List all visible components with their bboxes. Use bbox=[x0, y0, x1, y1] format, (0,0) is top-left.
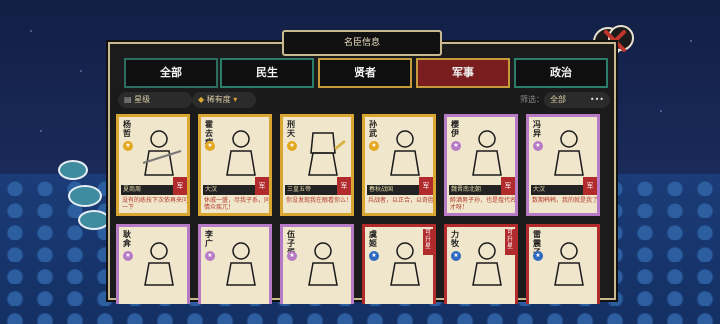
filter-dropdown[interactable]: 全部 ••• bbox=[544, 92, 610, 108]
filter-bar: ▤ 星级 ◆ 稀有度 ▾ 筛选： 全部 ••• bbox=[112, 90, 610, 110]
card-name: 杨哲 bbox=[123, 120, 131, 138]
card-grid: 杨哲 ★ 夏商周 军 没有的练技下次依再来问一下 霍去病 ★ 大汉 军 休戚一盛… bbox=[116, 114, 604, 304]
portrait bbox=[472, 242, 502, 286]
card-quote: 休戚一盛，尽我子系，同情众疾兀！ bbox=[204, 197, 271, 211]
ellipsis-icon: ••• bbox=[589, 95, 604, 104]
card-yangzhe[interactable]: 杨哲 ★ 夏商周 军 没有的练技下次依再来问一下 bbox=[116, 114, 190, 216]
category-badge: 军 bbox=[173, 177, 187, 195]
tab-military[interactable]: 军事 bbox=[416, 58, 510, 88]
tab-all[interactable]: 全部 bbox=[124, 58, 218, 88]
star-level-label: 星级 bbox=[134, 95, 151, 104]
portrait bbox=[554, 242, 584, 286]
star bbox=[660, 110, 662, 112]
portrait bbox=[144, 242, 174, 286]
tab-livelihood[interactable]: 民生 bbox=[220, 58, 314, 88]
rank-icon: ★ bbox=[287, 251, 297, 261]
portrait bbox=[390, 242, 420, 286]
sort-icon: ▤ bbox=[124, 95, 135, 104]
card-name: 刑天 bbox=[287, 120, 295, 138]
tab-politics[interactable]: 政治 bbox=[514, 58, 608, 88]
card-name: 力牧 bbox=[451, 230, 459, 248]
card-name: 樱伊 bbox=[451, 120, 459, 138]
rank-icon: ★ bbox=[369, 251, 379, 261]
star-dots bbox=[533, 177, 568, 192]
island bbox=[78, 210, 110, 230]
card-sunwu[interactable]: 孙武 ★ 春秋战国 军 兵战者，以正合，以奇胜 bbox=[362, 114, 436, 216]
rank-icon: ★ bbox=[123, 251, 133, 261]
rank-icon: ★ bbox=[287, 141, 297, 151]
island bbox=[58, 160, 88, 180]
rank-icon: ★ bbox=[533, 251, 543, 261]
card-quote: 醉酒男子孙，也是煌代名才呀！ bbox=[450, 197, 517, 211]
card-liguang[interactable]: 李广 ★ bbox=[198, 224, 272, 304]
panel-title: 名臣信息 bbox=[282, 30, 442, 56]
card-fengyi[interactable]: 冯异 ★ 大汉 军 数期韩韩，我的就是我了 bbox=[526, 114, 600, 216]
rank-icon: ★ bbox=[451, 251, 461, 261]
card-leizhenzi[interactable]: 雷震子 ★ bbox=[526, 224, 600, 304]
filter-value: 全部 bbox=[550, 95, 566, 104]
rank-icon: ★ bbox=[123, 141, 133, 151]
card-limu[interactable]: 力牧 ★ 可升星 bbox=[444, 224, 518, 304]
chevron-down-icon: ▾ bbox=[230, 95, 238, 104]
portrait bbox=[308, 132, 346, 176]
card-gengyan[interactable]: 耿弇 ★ bbox=[116, 224, 190, 304]
portrait bbox=[554, 130, 584, 176]
portrait bbox=[472, 130, 502, 176]
rank-icon: ★ bbox=[451, 141, 461, 151]
category-badge: 军 bbox=[501, 177, 515, 195]
rarity-label: 稀有度 bbox=[206, 95, 231, 104]
card-quote: 兵战者，以正合，以奇胜 bbox=[368, 197, 435, 204]
star-level-filter[interactable]: ▤ 星级 bbox=[118, 92, 192, 108]
rank-icon: ★ bbox=[533, 141, 543, 151]
category-badge: 军 bbox=[419, 177, 433, 195]
category-badge: 军 bbox=[337, 177, 351, 195]
portrait bbox=[226, 130, 256, 176]
card-name: 冯异 bbox=[533, 120, 541, 138]
star bbox=[80, 70, 82, 72]
star bbox=[30, 30, 32, 32]
category-badge: 军 bbox=[255, 177, 269, 195]
star-dots bbox=[451, 177, 486, 192]
card-name: 孙武 bbox=[369, 120, 377, 138]
card-wuzixu[interactable]: 伍子胥 ★ bbox=[280, 224, 354, 304]
rank-icon: ★ bbox=[205, 141, 215, 151]
card-quote: 数期韩韩，我的就是我了 bbox=[532, 197, 599, 204]
rank-icon: ★ bbox=[369, 141, 379, 151]
star bbox=[690, 40, 692, 42]
portrait bbox=[390, 130, 420, 176]
card-huoqubing[interactable]: 霍去病 ★ 大汉 军 休戚一盛，尽我子系，同情众疾兀！ bbox=[198, 114, 272, 216]
card-yingyi[interactable]: 樱伊 ★ 魏晋南北朝 军 醉酒男子孙，也是煌代名才呀！ bbox=[444, 114, 518, 216]
star-dots bbox=[123, 177, 158, 192]
island bbox=[68, 185, 102, 207]
portrait bbox=[226, 242, 256, 286]
card-quote: 你没发现我在眼看你么！ bbox=[286, 197, 353, 204]
card-quote: 没有的练技下次依再来问一下 bbox=[122, 197, 189, 211]
tab-sage[interactable]: 贤者 bbox=[318, 58, 412, 88]
category-badge: 军 bbox=[583, 177, 597, 195]
diamond-icon: ◆ bbox=[198, 95, 207, 104]
portrait bbox=[308, 242, 338, 286]
card-name: 耿弇 bbox=[123, 230, 131, 248]
filter-label: 筛选： bbox=[520, 95, 544, 104]
star-dots bbox=[369, 177, 404, 192]
card-yuji[interactable]: 虞姬 ★ 可升星 bbox=[362, 224, 436, 304]
card-xingtian[interactable]: 刑天 ★ 三皇五帝 军 你没发现我在眼看你么！ bbox=[280, 114, 354, 216]
star-dots bbox=[205, 177, 240, 192]
rarity-filter[interactable]: ◆ 稀有度 ▾ bbox=[192, 92, 256, 108]
star bbox=[40, 130, 42, 132]
card-name: 虞姬 bbox=[369, 230, 377, 248]
star-dots bbox=[287, 177, 322, 192]
card-name: 李广 bbox=[205, 230, 213, 248]
portrait bbox=[142, 130, 182, 176]
rank-icon: ★ bbox=[205, 251, 215, 261]
